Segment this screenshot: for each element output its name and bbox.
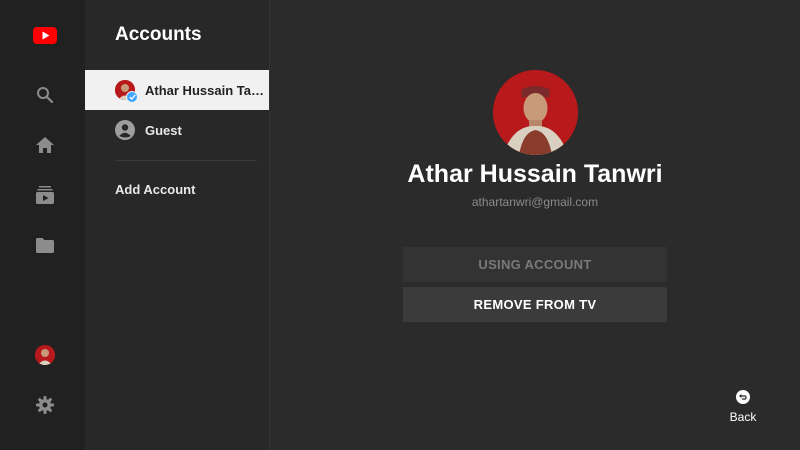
youtube-logo-icon[interactable] xyxy=(33,23,57,47)
using-account-button[interactable]: USING ACCOUNT xyxy=(403,247,667,282)
back-arrow-icon xyxy=(736,390,750,404)
page-title: Accounts xyxy=(115,24,202,45)
account-avatar xyxy=(115,80,138,103)
settings-gear-icon[interactable] xyxy=(33,393,57,417)
accounts-panel: Accounts Athar Hussain Tan... Guest Add … xyxy=(85,0,270,450)
account-item-label: Athar Hussain Tan... xyxy=(145,82,267,98)
search-icon[interactable] xyxy=(33,83,57,107)
back-label: Back xyxy=(729,410,757,424)
account-item-label: Guest xyxy=(145,122,182,138)
account-avatar[interactable] xyxy=(33,343,57,367)
left-nav-rail xyxy=(0,0,85,450)
account-detail: Athar Hussain Tanwri athartanwri@gmail.c… xyxy=(270,0,800,450)
library-folder-icon[interactable] xyxy=(33,233,57,257)
add-account-button[interactable]: Add Account xyxy=(115,182,195,197)
subscriptions-icon[interactable] xyxy=(33,183,57,207)
home-icon[interactable] xyxy=(33,133,57,157)
youtube-tv-accounts-screen: Accounts Athar Hussain Tan... Guest Add … xyxy=(0,0,800,450)
divider xyxy=(115,160,257,161)
account-item-guest[interactable]: Guest xyxy=(85,110,269,150)
account-item-selected[interactable]: Athar Hussain Tan... xyxy=(85,70,269,110)
guest-avatar-icon xyxy=(115,120,135,140)
profile-name: Athar Hussain Tanwri xyxy=(407,160,663,188)
remove-from-tv-button[interactable]: REMOVE FROM TV xyxy=(403,287,667,322)
profile-email: athartanwri@gmail.com xyxy=(471,195,599,209)
profile-avatar xyxy=(493,70,578,155)
checkmark-icon xyxy=(126,91,138,103)
back-button[interactable]: Back xyxy=(720,390,766,424)
